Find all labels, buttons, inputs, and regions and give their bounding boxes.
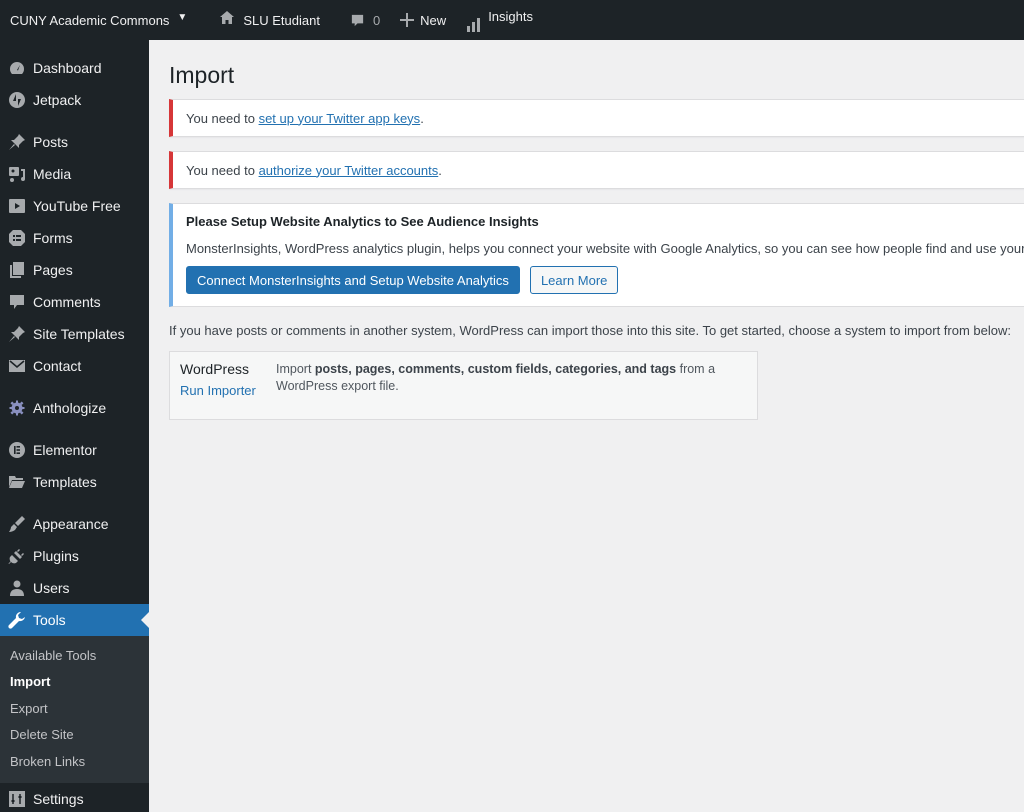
folder-icon bbox=[8, 473, 26, 491]
sidebar-item-label: Media bbox=[33, 166, 72, 182]
dashboard-icon bbox=[8, 59, 26, 77]
sidebar-item-label: Site Templates bbox=[33, 326, 125, 342]
new-label: New bbox=[420, 12, 447, 28]
settings-icon bbox=[8, 790, 26, 808]
notice-prefix: You need to bbox=[186, 110, 255, 126]
sidebar-item-pages[interactable]: Pages bbox=[0, 254, 149, 286]
media-icon bbox=[8, 165, 26, 183]
sidebar-item-label: Settings bbox=[33, 790, 84, 807]
desc-prefix: Import bbox=[276, 362, 315, 376]
gear-icon bbox=[8, 399, 26, 417]
plug-icon bbox=[8, 547, 26, 565]
bar-chart-icon bbox=[467, 18, 481, 32]
sidebar-item-templates[interactable]: Templates bbox=[0, 466, 149, 498]
sidebar-item-label: Appearance bbox=[33, 516, 109, 532]
sidebar-item-label: Anthologize bbox=[33, 400, 107, 416]
importer-description: Import posts, pages, comments, custom fi… bbox=[276, 361, 746, 410]
sidebar-item-site-templates[interactable]: Site Templates bbox=[0, 318, 149, 350]
twitter-accounts-notice: You need to authorize your Twitter accou… bbox=[169, 151, 1024, 189]
paintbrush-icon bbox=[8, 515, 26, 533]
sidebar-item-dashboard[interactable]: Dashboard bbox=[0, 52, 149, 84]
sidebar-item-elementor[interactable]: Elementor bbox=[0, 434, 149, 466]
wrench-icon bbox=[8, 611, 26, 629]
user-icon bbox=[8, 579, 26, 597]
pages-icon bbox=[8, 261, 26, 279]
pin-icon bbox=[8, 325, 26, 343]
insights-link[interactable]: Insights bbox=[456, 0, 543, 40]
notice-prefix: You need to bbox=[186, 162, 255, 178]
monsterinsights-notice: Please Setup Website Analytics to See Au… bbox=[169, 203, 1024, 307]
sidebar-item-label: Contact bbox=[33, 358, 82, 374]
sidebar-item-label: Comments bbox=[33, 294, 101, 310]
authorize-twitter-link[interactable]: authorize your Twitter accounts bbox=[259, 163, 439, 178]
insights-label: Insights bbox=[488, 8, 533, 24]
setup-twitter-keys-link[interactable]: set up your Twitter app keys bbox=[259, 111, 421, 126]
site-name: CUNY Academic Commons bbox=[10, 12, 170, 28]
run-importer-link[interactable]: Run Importer bbox=[180, 383, 256, 398]
jetpack-icon bbox=[8, 91, 26, 109]
sidebar-item-label: Jetpack bbox=[33, 92, 82, 108]
sidebar-item-media[interactable]: Media bbox=[0, 158, 149, 190]
main-content: Import You need to set up your Twitter a… bbox=[149, 40, 1024, 812]
home-icon bbox=[220, 11, 235, 24]
twitter-app-keys-notice: You need to set up your Twitter app keys… bbox=[169, 99, 1024, 137]
sidebar-item-plugins[interactable]: Plugins bbox=[0, 540, 149, 572]
sidebar-item-label: Templates bbox=[33, 474, 97, 490]
site-switcher[interactable]: CUNY Academic Commons ▼ bbox=[0, 0, 197, 40]
home-site-link[interactable]: SLU Etudiant bbox=[209, 0, 330, 40]
page-title: Import bbox=[169, 62, 235, 88]
submenu-export[interactable]: Export bbox=[0, 695, 149, 722]
sidebar-item-label: Users bbox=[33, 580, 70, 596]
sidebar-item-label: Plugins bbox=[33, 548, 79, 564]
importer-row: WordPress Run Importer Import posts, pag… bbox=[169, 351, 758, 420]
submenu-delete-site[interactable]: Delete Site bbox=[0, 722, 149, 749]
sidebar-item-label: Posts bbox=[33, 134, 69, 150]
sidebar-item-youtube-free[interactable]: YouTube Free bbox=[0, 190, 149, 222]
home-label: SLU Etudiant bbox=[243, 12, 320, 28]
envelope-icon bbox=[8, 357, 26, 375]
forms-icon bbox=[8, 229, 26, 247]
sidebar-item-posts[interactable]: Posts bbox=[0, 126, 149, 158]
sidebar-item-anthologize[interactable]: Anthologize bbox=[0, 392, 149, 424]
new-content-button[interactable]: New bbox=[390, 0, 456, 40]
importer-name: WordPress bbox=[180, 361, 249, 377]
comment-icon bbox=[8, 293, 26, 311]
pin-icon bbox=[8, 133, 26, 151]
sidebar-item-forms[interactable]: Forms bbox=[0, 222, 149, 254]
sidebar-item-label: Elementor bbox=[33, 442, 97, 458]
notice-suffix: . bbox=[420, 110, 424, 126]
submenu-available-tools[interactable]: Available Tools bbox=[0, 642, 149, 669]
admin-bar: CUNY Academic Commons ▼ SLU Etudiant 0 N… bbox=[0, 0, 1024, 40]
monsterinsights-title: Please Setup Website Analytics to See Au… bbox=[186, 214, 539, 229]
sidebar-item-label: Dashboard bbox=[33, 60, 102, 76]
sidebar-item-label: Tools bbox=[33, 612, 66, 628]
sidebar-item-appearance[interactable]: Appearance bbox=[0, 508, 149, 540]
sidebar-item-jetpack[interactable]: Jetpack bbox=[0, 84, 149, 116]
sidebar-item-comments[interactable]: Comments bbox=[0, 286, 149, 318]
submenu-import[interactable]: Import bbox=[0, 669, 149, 696]
submenu-broken-links[interactable]: Broken Links bbox=[0, 748, 149, 775]
notice-suffix: . bbox=[438, 162, 442, 178]
import-intro-text: If you have posts or comments in another… bbox=[169, 323, 1011, 338]
sidebar-item-label: YouTube Free bbox=[33, 198, 121, 214]
desc-bold: posts, pages, comments, custom fields, c… bbox=[314, 362, 677, 376]
comments-link[interactable]: 0 bbox=[340, 0, 390, 40]
elementor-icon bbox=[8, 441, 26, 459]
youtube-icon bbox=[8, 197, 26, 215]
sidebar-item-label: Forms bbox=[33, 230, 73, 246]
caret-down-icon: ▼ bbox=[177, 11, 188, 23]
sidebar-item-label: Pages bbox=[33, 262, 73, 278]
monsterinsights-description: MonsterInsights, WordPress analytics plu… bbox=[186, 241, 1024, 256]
admin-sidebar: Dashboard Jetpack Posts Media YouTube Fr… bbox=[0, 40, 149, 812]
sidebar-item-users[interactable]: Users bbox=[0, 572, 149, 604]
comment-icon bbox=[351, 14, 364, 26]
sidebar-item-settings[interactable]: Settings bbox=[0, 783, 149, 812]
sidebar-item-tools[interactable]: Tools bbox=[0, 604, 149, 636]
learn-more-button[interactable]: Learn More bbox=[529, 266, 619, 294]
tools-submenu: Available Tools Import Export Delete Sit… bbox=[0, 636, 149, 783]
comments-count: 0 bbox=[372, 12, 381, 28]
sidebar-item-contact[interactable]: Contact bbox=[0, 350, 149, 382]
plus-icon bbox=[400, 13, 415, 27]
connect-monsterinsights-button[interactable]: Connect MonsterInsights and Setup Websit… bbox=[186, 266, 520, 294]
